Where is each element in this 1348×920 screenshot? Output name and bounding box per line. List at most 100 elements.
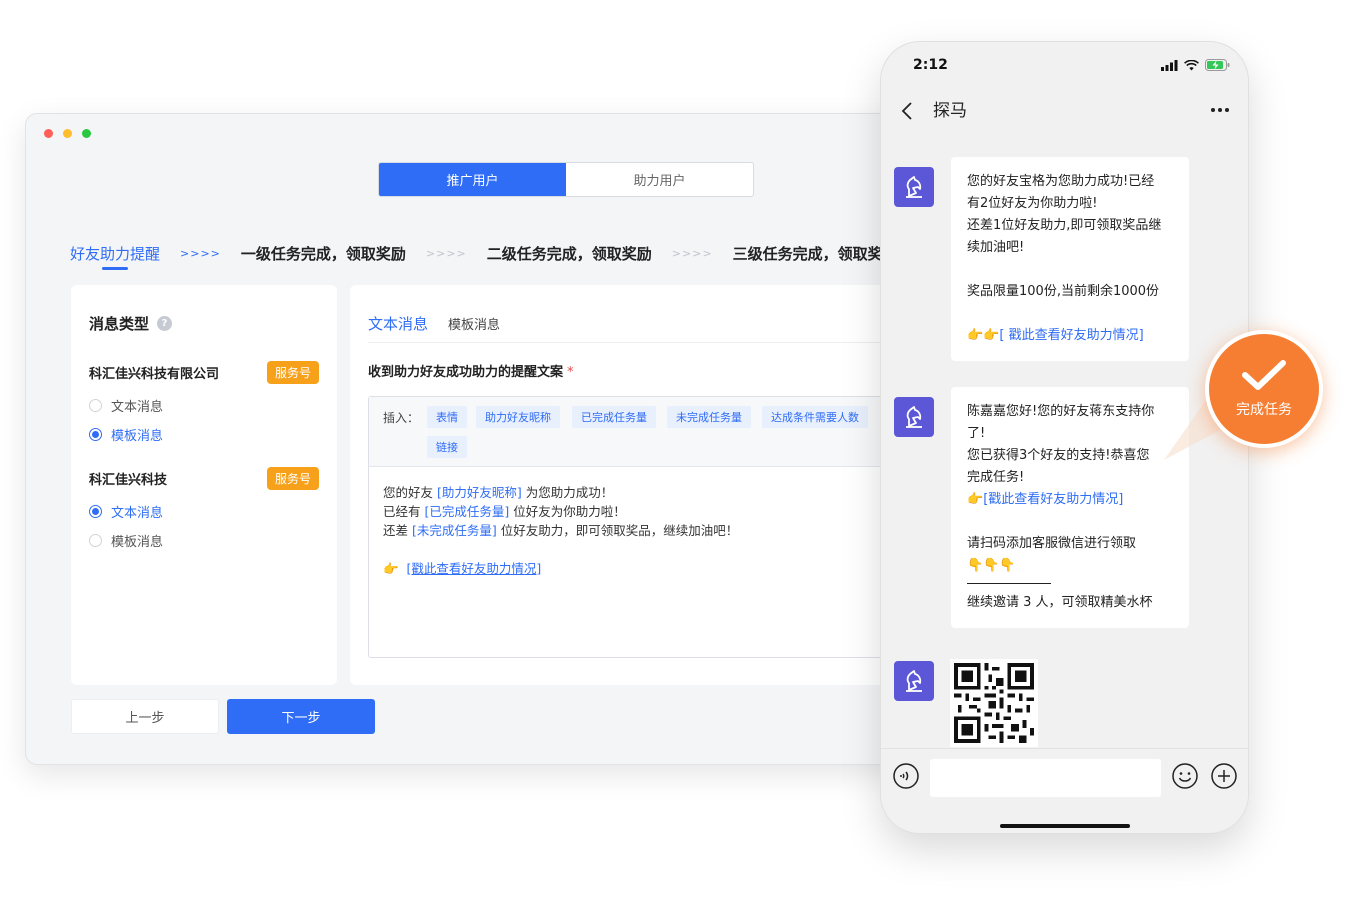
account-block: 科汇佳兴科技有限公司 服务号 文本消息 模板消息 — [89, 361, 319, 444]
emoji-icon[interactable] — [1172, 763, 1198, 789]
message-editor-panel: 文本消息 模板消息 收到助力好友成功助力的提醒文案 * 插入： 表情 助力好友昵称… — [350, 285, 924, 685]
user-type-switch: 推广用户 助力用户 — [378, 162, 754, 197]
chat-message-bubble: 您的好友宝格为您助力成功!已经 有2位好友为你助力啦! 还差1位好友助力,即可领… — [951, 157, 1189, 361]
minimize-window-dot[interactable] — [63, 129, 72, 138]
radio-label: 文本消息 — [111, 506, 164, 521]
message-editor[interactable]: 插入： 表情 助力好友昵称 已完成任务量 未完成任务量 达成条件需要人数 链接 … — [368, 396, 924, 658]
completed-token: [已完成任务量] — [424, 504, 510, 519]
view-assist-link[interactable]: [戳此查看好友助力情况] — [407, 561, 542, 576]
app-window: 推广用户 助力用户 好友助力提醒 >>>> 一级任务完成，领取奖励 >>>> 二… — [25, 113, 925, 765]
qr-code-image[interactable] — [950, 659, 1038, 747]
radio-text-message[interactable]: 文本消息 — [89, 396, 319, 415]
radio-label: 文本消息 — [111, 400, 164, 415]
insert-nickname-token[interactable]: 助力好友昵称 — [476, 406, 560, 428]
tab-template-message[interactable]: 模板消息 — [448, 314, 500, 333]
tab-promote-user[interactable]: 推广用户 — [379, 163, 566, 196]
chat-input-bar — [881, 748, 1248, 833]
message-type-panel: 消息类型 ? 科汇佳兴科技有限公司 服务号 文本消息 模板消息 科汇佳兴科技 服… — [71, 285, 337, 685]
step-friend-reminder[interactable]: 好友助力提醒 — [70, 243, 160, 270]
insert-link-token[interactable]: 链接 — [427, 436, 467, 458]
account-block: 科汇佳兴科技 服务号 文本消息 模板消息 — [89, 467, 319, 550]
nickname-token: [助力好友昵称] — [436, 485, 522, 500]
service-account-badge: 服务号 — [266, 361, 319, 384]
service-account-badge: 服务号 — [266, 467, 319, 490]
field-label: 收到助力好友成功助力的提醒文案 * — [368, 361, 574, 380]
qr-code-icon — [954, 663, 1034, 743]
signal-icon — [1161, 59, 1178, 71]
close-window-dot[interactable] — [44, 129, 53, 138]
status-bar: 2:12 — [881, 42, 1248, 90]
help-icon[interactable]: ? — [157, 316, 173, 331]
message-input[interactable] — [930, 759, 1161, 797]
window-controls — [44, 129, 91, 138]
voice-icon[interactable] — [893, 763, 919, 789]
insert-emoji-token[interactable]: 表情 — [427, 406, 467, 428]
status-time: 2:12 — [913, 57, 948, 73]
radio-label: 模板消息 — [111, 535, 164, 550]
plus-icon[interactable] — [1211, 763, 1237, 789]
chat-title: 探马 — [933, 101, 967, 121]
step-arrow: >>>> — [671, 247, 713, 260]
step-arrow: >>>> — [180, 247, 221, 260]
required-mark: * — [567, 365, 574, 380]
battery-charging-icon — [1205, 59, 1230, 71]
knight-logo-icon — [906, 670, 922, 692]
home-indicator — [1000, 824, 1130, 828]
avatar[interactable] — [894, 167, 934, 207]
radio-label: 模板消息 — [111, 429, 164, 444]
content-line: 还差 [未完成任务量] 位好友助力，即可领取奖品，继续加油吧！ — [383, 523, 739, 538]
prev-step-button[interactable]: 上一步 — [71, 699, 219, 734]
step-arrow: >>>> — [425, 247, 467, 260]
maximize-window-dot[interactable] — [82, 129, 91, 138]
avatar[interactable] — [894, 661, 934, 701]
task-complete-badge: 完成任务 — [1205, 330, 1323, 448]
radio-checked-icon[interactable] — [89, 505, 102, 518]
next-step-button[interactable]: 下一步 — [227, 699, 375, 734]
radio-icon[interactable] — [89, 534, 102, 547]
wifi-icon — [1184, 59, 1199, 70]
back-icon[interactable] — [901, 102, 913, 120]
knight-logo-icon — [906, 406, 922, 428]
message-format-tabs: 文本消息 模板消息 — [368, 313, 500, 334]
uncompleted-token: [未完成任务量] — [411, 523, 497, 538]
radio-checked-icon[interactable] — [89, 428, 102, 441]
account-name: 科汇佳兴科技有限公司 — [89, 367, 220, 382]
step-level-1[interactable]: 一级任务完成，领取奖励 — [241, 243, 406, 264]
radio-text-message[interactable]: 文本消息 — [89, 502, 319, 521]
content-line: 已经有 [已完成任务量] 位好友为你助力啦！ — [383, 504, 626, 519]
message-type-label: 消息类型 — [89, 315, 150, 333]
pointing-hand-icon: 👉 — [967, 492, 984, 507]
avatar[interactable] — [894, 397, 934, 437]
radio-template-message[interactable]: 模板消息 — [89, 531, 319, 550]
check-icon — [1242, 360, 1286, 390]
divider-line — [967, 583, 1051, 584]
message-type-title: 消息类型 ? — [89, 313, 173, 334]
radio-icon[interactable] — [89, 399, 102, 412]
pointing-hand-icon: 👉 — [383, 561, 399, 576]
pointing-down-icons: 👇👇👇 — [967, 558, 1016, 573]
insert-toolbar: 插入： 表情 助力好友昵称 已完成任务量 未完成任务量 达成条件需要人数 链接 — [369, 397, 924, 467]
pointing-hand-icon: 👉👉 — [967, 328, 1000, 343]
insert-completed-token[interactable]: 已完成任务量 — [572, 406, 656, 428]
tab-assist-user[interactable]: 助力用户 — [566, 163, 753, 196]
insert-required-count-token[interactable]: 达成条件需要人数 — [762, 406, 868, 428]
chat-nav-bar: 探马 — [881, 90, 1248, 130]
step-level-2[interactable]: 二级任务完成，领取奖励 — [487, 243, 652, 264]
task-complete-label: 完成任务 — [1236, 402, 1292, 418]
content-line: 您的好友 [助力好友昵称] 为您助力成功！ — [383, 485, 614, 500]
view-assist-link[interactable]: [戳此查看好友助力情况] — [983, 492, 1123, 507]
step-progress: 好友助力提醒 >>>> 一级任务完成，领取奖励 >>>> 二级任务完成，领取奖励… — [70, 243, 898, 270]
editor-content[interactable]: 您的好友 [助力好友昵称] 为您助力成功！ 已经有 [已完成任务量] 位好友为你… — [383, 483, 738, 578]
more-icon[interactable] — [1210, 107, 1230, 113]
tab-divider — [368, 342, 924, 343]
view-assist-link[interactable]: [ 戳此查看好友助力情况] — [999, 328, 1143, 343]
insert-uncompleted-token[interactable]: 未完成任务量 — [667, 406, 751, 428]
step-level-3[interactable]: 三级任务完成，领取奖励 — [733, 243, 898, 264]
knight-logo-icon — [906, 176, 922, 198]
content-line: 👉 [戳此查看好友助力情况] — [383, 559, 738, 578]
account-name: 科汇佳兴科技 — [89, 473, 168, 488]
tab-text-message[interactable]: 文本消息 — [368, 313, 428, 334]
radio-template-message[interactable]: 模板消息 — [89, 425, 319, 444]
field-label-text: 收到助力好友成功助力的提醒文案 — [368, 365, 564, 380]
insert-label: 插入： — [383, 411, 420, 425]
